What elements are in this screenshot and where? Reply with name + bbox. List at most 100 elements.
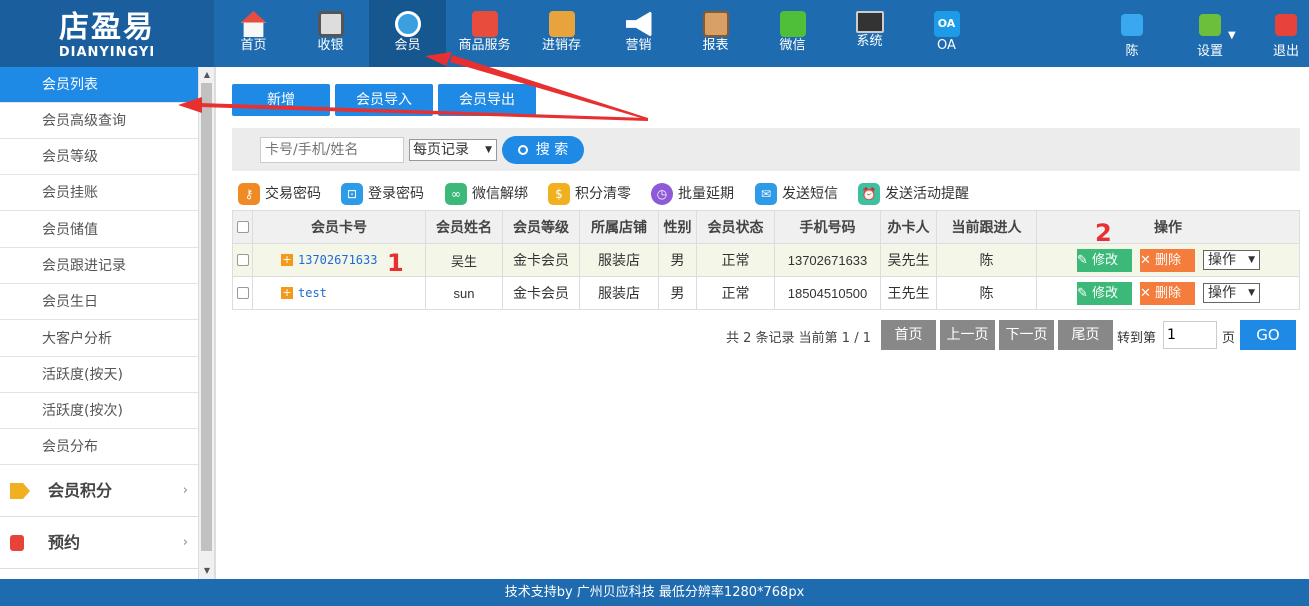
prev-page-button[interactable]: 上一页: [940, 320, 995, 350]
column-header: 当前跟进人: [936, 210, 1037, 244]
search-input[interactable]: [260, 137, 404, 163]
edit-label: 修改: [1092, 285, 1119, 301]
clear-points-action[interactable]: $ 积分清零: [548, 182, 631, 206]
sidebar-group-points-label: 会员积分: [48, 481, 113, 500]
sidebar-item-member-list[interactable]: 会员列表: [0, 67, 198, 103]
go-button[interactable]: GO: [1240, 320, 1296, 350]
member-icon: [394, 11, 421, 37]
logout-button[interactable]: 退出: [1256, 0, 1309, 67]
nav-wechat-label: 微信: [779, 38, 806, 53]
last-page-button[interactable]: 尾页: [1058, 320, 1113, 350]
login-password-action[interactable]: ⊡ 登录密码: [341, 182, 424, 206]
gear-icon: [1199, 14, 1221, 36]
user-name: 陈: [1125, 44, 1139, 59]
scrollbar-thumb[interactable]: [201, 83, 212, 551]
nav-report-label: 报表: [702, 38, 729, 53]
expand-plus-icon[interactable]: +: [281, 287, 293, 299]
nav-product[interactable]: 商品服务: [446, 0, 523, 67]
send-sms-action[interactable]: ✉ 发送短信: [755, 182, 838, 206]
level-cell: 金卡会员: [502, 243, 580, 277]
sidebar-item-birthday[interactable]: 会员生日: [0, 284, 198, 320]
sidebar-group-booking[interactable]: 预约 ›: [0, 517, 198, 569]
column-header: 办卡人: [880, 210, 937, 244]
system-icon: [855, 11, 884, 33]
nav-oa[interactable]: OA OA: [908, 0, 985, 67]
sidebar-item-member-level[interactable]: 会员等级: [0, 139, 198, 175]
nav-cashier[interactable]: 收银: [292, 0, 369, 67]
checkbox-icon: [236, 287, 249, 299]
send-reminder-action[interactable]: ⏰ 发送活动提醒: [858, 182, 969, 206]
nav-inventory[interactable]: 进销存: [523, 0, 600, 67]
page-unit-label: 页: [1222, 331, 1236, 346]
sidebar-group-points[interactable]: 会员积分 ›: [0, 465, 198, 517]
sidebar-item-follow-up[interactable]: 会员跟进记录: [0, 248, 198, 284]
delete-button[interactable]: ✕ 删除: [1140, 281, 1195, 305]
coin-icon: $: [548, 183, 570, 205]
mail-icon: ✉: [755, 183, 777, 205]
column-header: 会员卡号: [252, 210, 426, 244]
card-number-link[interactable]: test: [298, 286, 327, 300]
status-cell: 正常: [696, 243, 775, 277]
issuer-cell: 王先生: [880, 276, 937, 310]
user-menu[interactable]: 陈: [1102, 0, 1162, 67]
marketing-icon: [625, 11, 652, 37]
select-all-checkbox[interactable]: [232, 210, 253, 244]
wechat-unbind-action[interactable]: ∞ 微信解绑: [445, 182, 528, 206]
row-checkbox[interactable]: [232, 243, 253, 277]
sidebar-item-advanced-query[interactable]: 会员高级查询: [0, 103, 198, 139]
card-cell: + test: [252, 276, 426, 310]
per-page-select[interactable]: 每页记录 ▼: [409, 139, 497, 161]
pencil-icon: ✎: [1077, 252, 1093, 268]
sidebar-item-member-credit[interactable]: 会员挂账: [0, 175, 198, 211]
row-checkbox[interactable]: [232, 276, 253, 310]
table-row[interactable]: + test sun 金卡会员 服装店 男 正常 18504510500 王先生 …: [232, 276, 1300, 310]
caret-down-icon: ▼: [485, 145, 492, 155]
scroll-up-icon[interactable]: ▲: [202, 69, 212, 81]
edit-button[interactable]: ✎ 修改: [1077, 281, 1132, 305]
expand-plus-icon[interactable]: +: [281, 254, 293, 266]
clear-points-label: 积分清零: [575, 186, 631, 202]
login-password-label: 登录密码: [368, 186, 424, 202]
trade-password-action[interactable]: ⚷ 交易密码: [238, 182, 321, 206]
nav-wechat[interactable]: 微信: [754, 0, 831, 67]
name-cell: sun: [425, 276, 503, 310]
sidebar-scrollbar[interactable]: ▲ ▼: [198, 67, 214, 579]
nav-report[interactable]: 报表: [677, 0, 754, 67]
next-page-button[interactable]: 下一页: [999, 320, 1054, 350]
issuer-cell: 吴先生: [880, 243, 937, 277]
sidebar-item-activity-day[interactable]: 活跃度(按天): [0, 357, 198, 393]
sidebar-item-activity-count[interactable]: 活跃度(按次): [0, 393, 198, 429]
report-icon: [702, 11, 729, 37]
goto-page-input[interactable]: [1163, 321, 1217, 349]
card-number-link[interactable]: 13702671633: [298, 253, 377, 267]
delete-button[interactable]: ✕ 删除: [1140, 248, 1195, 272]
nav-system[interactable]: 系统: [831, 0, 908, 67]
nav-marketing[interactable]: 营销: [600, 0, 677, 67]
nav-member[interactable]: 会员: [369, 0, 446, 67]
sidebar-item-member-deposit[interactable]: 会员储值: [0, 212, 198, 248]
follower-cell: 陈: [936, 243, 1037, 277]
search-icon: [517, 145, 528, 155]
wechat-unbind-label: 微信解绑: [472, 186, 528, 202]
import-members-button[interactable]: 会员导入: [335, 84, 433, 116]
export-members-button[interactable]: 会员导出: [438, 84, 536, 116]
scroll-down-icon[interactable]: ▼: [202, 565, 212, 577]
settings-menu[interactable]: 设置 ▼: [1180, 0, 1240, 67]
sidebar-item-key-account[interactable]: 大客户分析: [0, 321, 198, 357]
phone-cell: 18504510500: [774, 276, 881, 310]
operation-select[interactable]: 操作 ▼: [1203, 250, 1260, 270]
edit-button[interactable]: ✎ 修改: [1077, 248, 1132, 272]
store-cell: 服装店: [579, 243, 659, 277]
add-member-button[interactable]: 新增: [232, 84, 330, 116]
search-button[interactable]: 搜 索: [502, 136, 584, 164]
nav-home[interactable]: 首页: [215, 0, 292, 67]
sidebar-item-distribution[interactable]: 会员分布: [0, 429, 198, 465]
batch-extend-label: 批量延期: [678, 186, 734, 202]
batch-extend-action[interactable]: ◷ 批量延期: [651, 182, 734, 206]
cash-register-icon: [317, 11, 344, 37]
nav-oa-label: OA: [937, 38, 956, 53]
home-icon: [240, 11, 267, 37]
operation-select[interactable]: 操作 ▼: [1203, 283, 1260, 303]
sidebar: 会员列表 会员高级查询 会员等级 会员挂账 会员储值 会员跟进记录 会员生日 大…: [0, 67, 214, 579]
first-page-button[interactable]: 首页: [881, 320, 936, 350]
